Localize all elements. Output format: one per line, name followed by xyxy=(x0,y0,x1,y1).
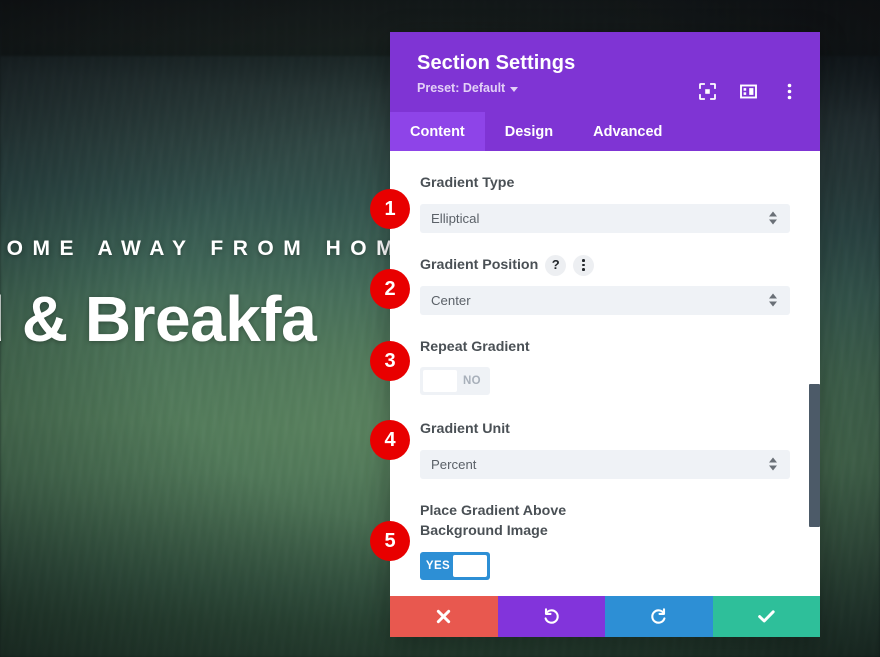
redo-button[interactable] xyxy=(605,596,713,637)
field-gradient-unit: Gradient Unit Percent xyxy=(420,419,790,479)
section-settings-modal: Section Settings Preset: Default Content… xyxy=(390,32,820,637)
more-options-icon[interactable] xyxy=(780,82,798,100)
check-icon xyxy=(757,610,775,623)
step-badge-2: 2 xyxy=(370,269,410,309)
repeat-gradient-toggle[interactable]: NO xyxy=(420,367,490,396)
field-gradient-position: Gradient Position ? Center xyxy=(420,254,790,315)
gradient-position-select[interactable]: Center xyxy=(420,285,790,315)
field-label-gradient-position: Gradient Position ? xyxy=(420,254,790,276)
toggle-knob xyxy=(423,370,457,393)
field-label-gradient-unit: Gradient Unit xyxy=(420,421,510,438)
field-repeat-gradient: Repeat Gradient NO xyxy=(420,337,790,398)
header-icon-group xyxy=(698,82,798,100)
step-badge-5: 5 xyxy=(370,521,410,561)
modal-tabs: Content Design Advanced xyxy=(390,112,820,151)
field-label-repeat-gradient: Repeat Gradient xyxy=(420,338,530,355)
chevron-down-icon xyxy=(510,86,519,92)
toggle-knob xyxy=(453,554,487,577)
tab-content[interactable]: Content xyxy=(390,112,485,151)
undo-icon xyxy=(544,608,559,624)
fullscreen-icon[interactable] xyxy=(698,82,716,100)
field-label-place-gradient-above-background-image: Place Gradient Above Background Image xyxy=(420,502,567,540)
toggle-value: YES xyxy=(425,559,451,572)
modal-header: Section Settings Preset: Default xyxy=(390,32,820,112)
place-gradient-above-background-image-toggle[interactable]: YES xyxy=(420,551,490,580)
modal-scrollbar-track[interactable] xyxy=(809,151,820,596)
gradient-type-select[interactable]: Elliptical xyxy=(420,203,790,233)
page-title: Section Settings xyxy=(417,52,576,74)
field-label-gradient-type: Gradient Type xyxy=(420,175,515,191)
close-icon xyxy=(437,609,451,624)
step-badge-1: 1 xyxy=(370,189,410,229)
modal-body: Gradient Type Elliptical Gradient Positi… xyxy=(390,151,820,596)
page-root: HOME AWAY FROM HOME d & Breakfa Section … xyxy=(0,0,880,657)
gradient-position-select-wrap: Center xyxy=(420,285,790,315)
redo-icon xyxy=(651,608,666,624)
preset-label: Preset: Default xyxy=(417,81,506,95)
step-badge-3: 3 xyxy=(370,341,410,381)
gradient-unit-select-wrap: Percent xyxy=(420,449,790,479)
more-options-icon[interactable] xyxy=(573,254,595,276)
field-place-gradient-above-background-image: Place Gradient Above Background Image YE… xyxy=(420,501,790,580)
toggle-value: NO xyxy=(462,375,482,388)
field-gradient-type: Gradient Type Elliptical xyxy=(420,173,790,233)
layout-icon[interactable] xyxy=(739,82,757,100)
undo-button[interactable] xyxy=(497,596,605,637)
gradient-type-select-wrap: Elliptical xyxy=(420,203,790,233)
gradient-unit-select[interactable]: Percent xyxy=(420,449,790,479)
modal-footer xyxy=(390,596,820,637)
help-icon[interactable]: ? xyxy=(545,254,567,276)
save-button[interactable] xyxy=(712,596,820,637)
tab-advanced[interactable]: Advanced xyxy=(573,112,682,151)
tab-design[interactable]: Design xyxy=(485,112,573,151)
preset-selector[interactable]: Preset: Default xyxy=(417,81,519,95)
cancel-button[interactable] xyxy=(390,596,498,637)
field-label-text: Gradient Position xyxy=(420,256,539,273)
modal-scrollbar-thumb[interactable] xyxy=(809,384,820,527)
step-badge-4: 4 xyxy=(370,420,410,460)
